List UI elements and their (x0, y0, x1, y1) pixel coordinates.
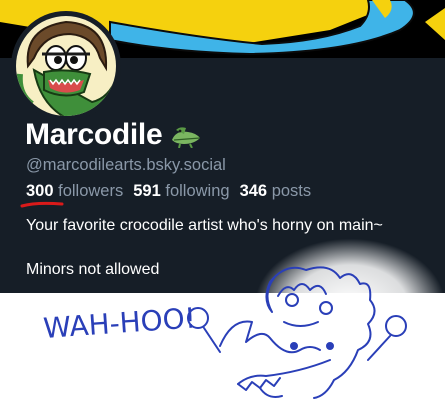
doodle-crocodile (187, 266, 407, 399)
wah-hoo-caption: WAH-HOO! (42, 301, 197, 345)
wah-hoo-doodle: WAH-HOO! (42, 266, 407, 399)
